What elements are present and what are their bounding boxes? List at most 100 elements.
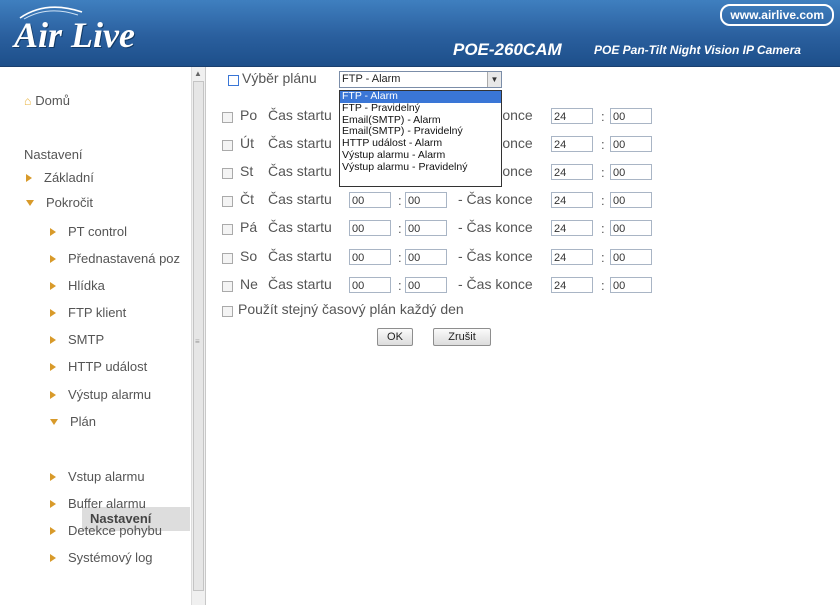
end-minute-input[interactable]: 00 [610,164,652,180]
end-hour-input[interactable]: 24 [551,164,593,180]
end-hour-input[interactable]: 24 [551,277,593,293]
day-checkbox[interactable] [222,224,233,235]
sidebar-item-vstup-alarmu[interactable]: Vstup alarmu [50,465,145,489]
sidebar-item-smtp[interactable]: SMTP [50,328,104,352]
ok-button[interactable]: OK [377,328,413,346]
sidebar-item-hlidka[interactable]: Hlídka [50,274,105,298]
sidebar-item-pt-control[interactable]: PT control [50,220,127,244]
plan-checkbox[interactable] [228,75,239,86]
end-time-label: - Čas konce [458,191,533,207]
day-label: St [240,163,254,179]
collapse-arrow-icon [26,199,34,206]
same-plan-checkbox[interactable] [222,306,233,317]
start-time-label: Čas startu [268,135,332,151]
plan-select-value: FTP - Alarm [342,73,401,85]
start-colon: : [398,250,402,265]
start-minute-input[interactable]: 00 [405,249,447,265]
day-checkbox[interactable] [222,281,233,292]
app-header: Air Live www.airlive.com POE-260CAM POE … [0,0,840,67]
sidebar-item-http-udalost[interactable]: HTTP událost [50,355,147,379]
plan-label: Výběr plánu [242,70,317,86]
sidebar-item-label: Systémový log [68,550,153,565]
end-minute-input[interactable]: 00 [610,249,652,265]
sidebar-item-zakladni[interactable]: Základní [26,166,94,190]
home-icon: ⌂ [24,94,32,108]
expand-arrow-icon [50,227,56,236]
plan-option[interactable]: Výstup alarmu - Pravidelný [340,161,501,174]
start-time-label: Čas startu [268,276,332,292]
sidebar-item-label: FTP klient [68,305,127,320]
start-minute-input[interactable]: 00 [405,192,447,208]
start-minute-input[interactable]: 00 [405,277,447,293]
website-link[interactable]: www.airlive.com [720,4,834,26]
scrollbar-thumb[interactable] [193,81,204,591]
expand-arrow-icon [50,281,56,290]
day-checkbox[interactable] [222,112,233,123]
start-colon: : [398,193,402,208]
end-hour-input[interactable]: 24 [551,249,593,265]
expand-arrow-icon [50,362,56,371]
end-hour-input[interactable]: 24 [551,220,593,236]
start-hour-input[interactable]: 00 [349,277,391,293]
sidebar-item-pokrocit[interactable]: Pokročit [26,191,93,215]
model-description: POE Pan-Tilt Night Vision IP Camera [594,43,801,57]
end-minute-input[interactable]: 00 [610,108,652,124]
start-minute-input[interactable]: 00 [405,220,447,236]
plan-option[interactable]: FTP - Pravidelný [340,102,501,115]
plan-option[interactable]: Výstup alarmu - Alarm [340,149,501,162]
scroll-up-arrow-icon[interactable]: ▲ [194,69,202,78]
day-label: Po [240,107,258,123]
expand-arrow-icon [50,308,56,317]
day-label: Čt [240,191,254,207]
end-hour-input[interactable]: 24 [551,136,593,152]
expand-arrow-icon [50,553,56,562]
model-name: POE-260CAM [453,40,562,59]
end-hour-input[interactable]: 24 [551,192,593,208]
start-time-label: Čas startu [268,191,332,207]
end-time-label: - Čas konce [458,276,533,292]
start-hour-input[interactable]: 00 [349,249,391,265]
brand-logo: Air Live [14,15,135,55]
expand-arrow-icon [50,390,56,399]
sidebar-item-ftp-klient[interactable]: FTP klient [50,301,126,325]
sidebar-item-label: Základní [44,170,94,185]
end-hour-input[interactable]: 24 [551,108,593,124]
sidebar-item-label: Přednastavená poz [68,251,181,266]
day-label: Út [240,135,254,151]
sidebar-item-systemovy-log[interactable]: Systémový log [50,546,153,570]
start-hour-input[interactable]: 00 [349,192,391,208]
sidebar-item-label: Detekce pohybu [68,523,162,538]
expand-arrow-icon [50,254,56,263]
sidebar-item-label: Plán [70,414,97,429]
cancel-button[interactable]: Zrušit [433,328,491,346]
day-checkbox[interactable] [222,168,233,179]
end-colon: : [601,278,605,293]
sidebar-item-label: Pokročit [46,195,93,210]
sidebar-item-buffer-alarmu[interactable]: Buffer alarmu [50,492,146,516]
sidebar-item-plan[interactable]: Plán [50,410,96,434]
sidebar-item-vystup-alarmu[interactable]: Výstup alarmu [50,383,151,407]
sidebar-item-detekce-pohybu[interactable]: Detekce pohybu [50,519,162,543]
end-minute-input[interactable]: 00 [610,136,652,152]
expand-arrow-icon [50,499,56,508]
plan-dropdown-list[interactable]: FTP - Alarm FTP - Pravidelný Email(SMTP) -… [339,90,502,187]
start-time-label: Čas startu [268,163,332,179]
day-label: So [240,248,258,264]
end-minute-input[interactable]: 00 [610,277,652,293]
day-checkbox[interactable] [222,253,233,264]
chevron-down-icon[interactable]: ▼ [487,72,501,87]
start-time-label: Čas startu [268,219,332,235]
day-checkbox[interactable] [222,140,233,151]
same-plan-label: Použít stejný časový plán každý den [238,301,464,317]
plan-select[interactable]: FTP - Alarm ▼ [339,71,502,88]
day-checkbox[interactable] [222,196,233,207]
sidebar-item-home[interactable]: ⌂ Domů [24,93,70,108]
start-hour-input[interactable]: 00 [349,220,391,236]
end-minute-input[interactable]: 00 [610,192,652,208]
sidebar-item-label: Výstup alarmu [68,387,152,402]
end-colon: : [601,193,605,208]
sidebar-item-prednastavena[interactable]: Přednastavená poz [50,247,190,271]
scrollbar-grip-icon: ≡ [195,337,200,346]
sidebar-scrollbar[interactable]: ▲ ≡ [191,67,205,605]
end-minute-input[interactable]: 00 [610,220,652,236]
